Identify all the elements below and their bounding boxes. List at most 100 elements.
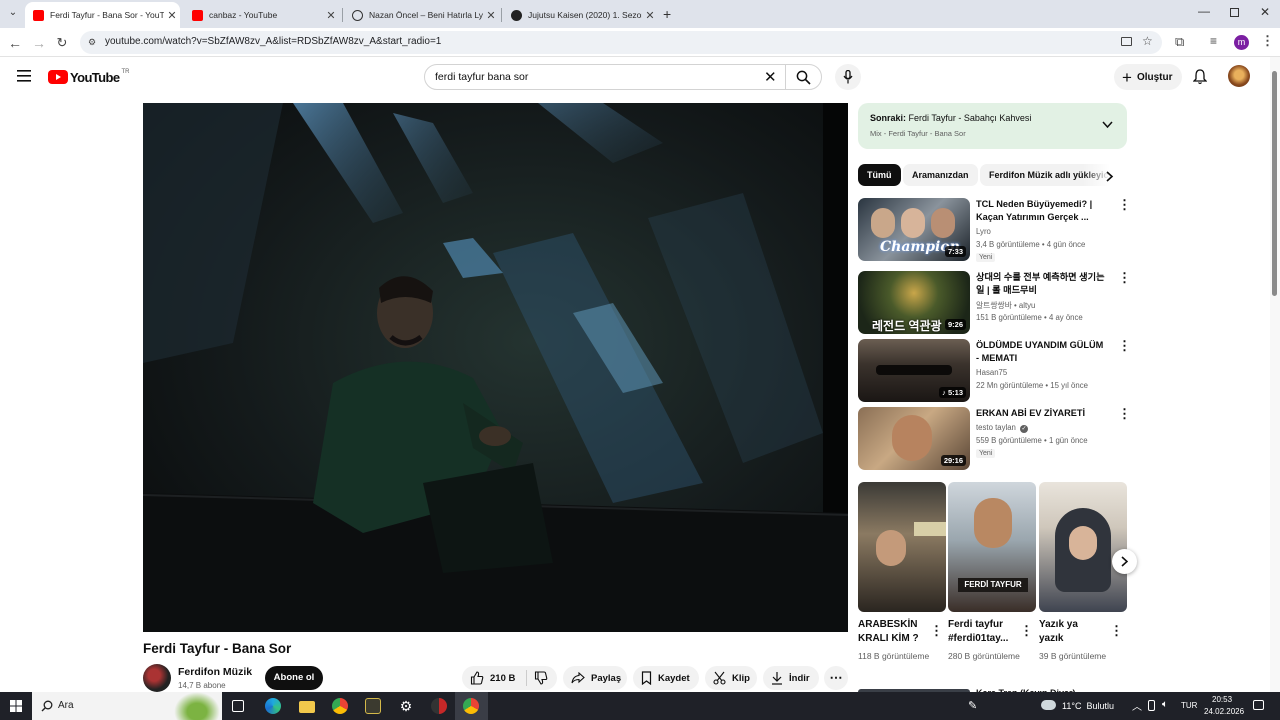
tab-close-icon[interactable]: ✕: [483, 9, 499, 22]
taskbar-search[interactable]: Ara: [32, 692, 222, 720]
language-indicator[interactable]: TUR: [1181, 701, 1197, 710]
channel-name[interactable]: Ferdifon Müzik: [178, 666, 252, 678]
recommendation-title[interactable]: 상대의 수를 전부 예측하면 생기는 일 | 롤 매드무비: [976, 271, 1108, 297]
video-player[interactable]: [143, 103, 848, 632]
short-thumbnail[interactable]: [1039, 482, 1127, 612]
shorts-next-button[interactable]: [1112, 549, 1137, 574]
weather-text[interactable]: 11°C Bulutlu: [1062, 701, 1114, 711]
active-app-highlight[interactable]: [455, 692, 488, 720]
download-button[interactable]: İndir: [763, 666, 819, 690]
clip-button[interactable]: Klip: [705, 666, 757, 690]
recommendation-title[interactable]: ÖLDÜMDE UYANDIM GÜLÜM - MEMATI: [976, 339, 1108, 365]
close-window-icon[interactable]: ✕: [1260, 5, 1270, 19]
recommendation-item[interactable]: 레전드 역관광 9:26 상대의 수를 전부 예측하면 생기는 일 | 롤 매드…: [858, 271, 1131, 335]
more-options-icon[interactable]: ⋮: [1118, 407, 1131, 420]
channel-avatar[interactable]: [143, 664, 171, 692]
hamburger-menu-icon[interactable]: [17, 70, 31, 82]
settings-gear-icon[interactable]: ⚙: [398, 698, 414, 714]
chrome-icon[interactable]: [431, 698, 447, 714]
recommendation-item[interactable]: 29:16 ERKAN ABİ EV ZİYARETİ testo taylan…: [858, 407, 1131, 471]
more-options-icon[interactable]: ⋮: [1110, 623, 1123, 639]
tab-nazan-oncel[interactable]: Nazan Öncel – Beni Hatırla Lyrics ✕: [344, 2, 499, 28]
edge-browser-icon[interactable]: [265, 698, 281, 714]
short-title[interactable]: Ferdi tayfur #ferdi01tay...: [948, 618, 1016, 646]
create-button[interactable]: + Oluştur: [1114, 64, 1182, 90]
restore-icon[interactable]: [1230, 8, 1239, 17]
chip-from-search[interactable]: Aramanızdan: [903, 164, 978, 186]
network-icon[interactable]: [1148, 700, 1155, 711]
short-title[interactable]: Yazık ya yazık: [1039, 618, 1105, 646]
like-count[interactable]: 210 B: [490, 673, 515, 684]
recommendation-title[interactable]: ERKAN ABİ EV ZİYARETİ: [976, 407, 1108, 420]
page-scrollbar[interactable]: [1270, 57, 1280, 692]
tab-close-icon[interactable]: ✕: [164, 9, 180, 22]
forward-icon[interactable]: →: [29, 33, 49, 53]
file-explorer-icon[interactable]: [299, 701, 315, 713]
new-tab-icon[interactable]: +: [663, 6, 671, 22]
search-input[interactable]: ferdi tayfur bana sor: [435, 71, 528, 83]
recommendation-channel[interactable]: testo taylan: [976, 423, 1016, 432]
site-info-icon[interactable]: ⚙: [88, 37, 96, 48]
back-icon[interactable]: ←: [5, 33, 25, 53]
account-avatar[interactable]: [1228, 65, 1250, 87]
clear-search-icon[interactable]: ✕: [764, 68, 777, 86]
media-control-icon[interactable]: ≡: [1210, 34, 1217, 48]
short-title[interactable]: ARABESKİN KRALI KİM ?: [858, 618, 926, 646]
next-in-mix-card[interactable]: Sonraki: Ferdi Tayfur - Sabahçı Kahvesi …: [858, 103, 1127, 149]
more-options-icon[interactable]: ⋮: [1020, 623, 1033, 639]
tab-close-icon[interactable]: ✕: [642, 9, 658, 22]
app-icon[interactable]: [365, 698, 381, 714]
short-thumbnail[interactable]: [858, 482, 946, 612]
search-box[interactable]: ferdi tayfur bana sor ✕: [424, 64, 822, 90]
bookmark-star-icon[interactable]: ☆: [1142, 34, 1153, 48]
recommendation-item[interactable]: Champion 7:33 TCL Neden Büyüyemedi? | Ka…: [858, 198, 1131, 262]
more-actions-button[interactable]: ⋯: [824, 666, 848, 690]
tab-close-icon[interactable]: ✕: [323, 9, 339, 22]
video-thumbnail[interactable]: 29:16: [858, 407, 970, 470]
dislike-icon[interactable]: [534, 671, 548, 685]
chrome-icon[interactable]: [332, 698, 348, 714]
like-icon[interactable]: [470, 671, 484, 685]
recommendation-channel[interactable]: Lyro: [976, 227, 991, 236]
save-button[interactable]: Kaydet: [633, 666, 699, 690]
share-button[interactable]: Paylaş: [563, 666, 627, 690]
chip-all[interactable]: Tümü: [858, 164, 901, 186]
video-thumbnail[interactable]: ♪ 5:13: [858, 339, 970, 402]
url-text[interactable]: youtube.com/watch?v=SbZfAW8zv_A&list=RDS…: [105, 36, 441, 47]
chevron-down-icon[interactable]: [1102, 121, 1113, 129]
recommendation-channel[interactable]: 알트쌍쌍바 • altyu: [976, 300, 1035, 311]
minimize-icon[interactable]: —: [1198, 4, 1210, 18]
scrollbar-thumb[interactable]: [1272, 71, 1277, 296]
search-icon[interactable]: [796, 70, 811, 85]
short-thumbnail[interactable]: FERDİ TAYFUR: [948, 482, 1036, 612]
extensions-icon[interactable]: ⧉: [1175, 34, 1184, 50]
voice-search-button[interactable]: [835, 64, 861, 90]
address-bar[interactable]: ⚙ youtube.com/watch?v=SbZfAW8zv_A&list=R…: [80, 31, 1162, 54]
recommendation-item[interactable]: ♪ 5:13 ÖLDÜMDE UYANDIM GÜLÜM - MEMATI Ha…: [858, 339, 1131, 403]
cast-icon[interactable]: [1121, 37, 1132, 46]
tab-canbaz[interactable]: canbaz - YouTube ✕: [184, 2, 339, 28]
recommendation-channel[interactable]: Hasan75: [976, 368, 1007, 377]
video-thumbnail[interactable]: Champion 7:33: [858, 198, 970, 261]
browser-menu-icon[interactable]: ⋮: [1261, 33, 1274, 49]
subscribe-button[interactable]: Abone ol: [265, 666, 323, 690]
volume-icon[interactable]: 🔈︎: [1162, 699, 1168, 710]
reload-icon[interactable]: ↻: [52, 33, 72, 53]
video-thumbnail[interactable]: 레전드 역관광 9:26: [858, 271, 970, 334]
recommendation-title[interactable]: TCL Neden Büyüyemedi? | Kaçan Yatırımın …: [976, 198, 1108, 224]
tab-ferdi-tayfur[interactable]: Ferdi Tayfur - Bana Sor - YouTube ✕: [25, 2, 180, 28]
profile-avatar[interactable]: m: [1234, 35, 1249, 50]
more-options-icon[interactable]: ⋮: [930, 623, 943, 639]
task-view-icon[interactable]: [232, 700, 244, 712]
notification-center-icon[interactable]: [1253, 700, 1264, 710]
clock-time[interactable]: 20:53: [1212, 695, 1232, 704]
youtube-logo[interactable]: YouTube TR: [48, 69, 129, 85]
more-options-icon[interactable]: ⋮: [1118, 271, 1131, 284]
chevron-right-icon[interactable]: [1106, 171, 1114, 182]
clock-date[interactable]: 24.02.2026: [1204, 707, 1244, 716]
more-options-icon[interactable]: ⋮: [1118, 198, 1131, 211]
tray-chevron-icon[interactable]: ︿: [1132, 698, 1142, 713]
pen-input-icon[interactable]: ✎: [968, 699, 977, 712]
more-options-icon[interactable]: ⋮: [1118, 339, 1131, 352]
tab-list-icon[interactable]: ⌄: [6, 7, 20, 21]
